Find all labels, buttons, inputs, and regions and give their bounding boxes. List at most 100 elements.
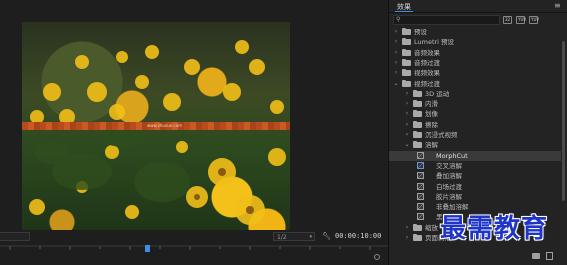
- tree-item-label: 擦除: [425, 120, 438, 129]
- folder-icon: [402, 69, 411, 77]
- trash-icon[interactable]: [546, 252, 553, 260]
- tree-item-label: 缩放: [425, 223, 438, 232]
- tree-folder[interactable]: › Lumetri 预设: [389, 37, 561, 47]
- tree-item-label: 白场过渡: [436, 182, 462, 191]
- tree-item-label: 3D 运动: [425, 89, 450, 98]
- wrench-icon[interactable]: 🔧︎: [322, 232, 331, 241]
- transition-icon: [417, 192, 424, 200]
- chevron-right-icon[interactable]: ›: [393, 37, 399, 47]
- bin-button-label: YUV: [531, 17, 540, 22]
- timecode[interactable]: 00:00:10:00: [335, 232, 381, 241]
- tree-folder[interactable]: › 内滑: [389, 99, 561, 109]
- hamburger-menu-icon[interactable]: ≡: [554, 1, 561, 10]
- search-icon: ⚲: [396, 16, 401, 23]
- chevron-right-icon[interactable]: ›: [393, 48, 399, 58]
- tree-effect-item[interactable]: MorphCut: [389, 150, 561, 161]
- tree-folder[interactable]: › 视频效果: [389, 68, 561, 78]
- chevron-right-icon[interactable]: ›: [393, 27, 399, 37]
- watermark-logo: 最需教育: [440, 214, 549, 244]
- tree-item-label: 溶解: [425, 141, 438, 150]
- scrollbar-thumb[interactable]: [562, 41, 565, 201]
- folder-icon: [413, 223, 422, 231]
- folder-icon: [413, 234, 422, 241]
- folder-icon: [402, 48, 411, 56]
- tree-effect-item[interactable]: 交叉溶解: [389, 161, 561, 171]
- accelerated-effects-button[interactable]: 32: [503, 16, 512, 24]
- tree-effect-item[interactable]: 叠加溶解: [389, 171, 561, 181]
- ruler-ticks: [0, 245, 388, 250]
- tree-item-label: Lumetri 预设: [414, 38, 455, 47]
- chevron-right-icon[interactable]: ›: [404, 223, 410, 233]
- transition-icon: [417, 161, 424, 169]
- bin-button-label: 32: [505, 17, 511, 22]
- new-bin-icon[interactable]: [532, 253, 540, 259]
- bin-button-label: YUV: [518, 17, 527, 22]
- yuv-effects-button[interactable]: YUV: [529, 16, 540, 24]
- chevron-right-icon[interactable]: ›: [393, 58, 399, 68]
- resolution-dropdown[interactable]: 1/2 ▾: [273, 232, 315, 241]
- transition-icon: [417, 182, 424, 190]
- chevron-down-icon[interactable]: ⌄: [393, 79, 399, 89]
- tree-item-label: 交叉溶解: [436, 161, 462, 170]
- chevron-right-icon[interactable]: ›: [404, 89, 410, 99]
- search-input[interactable]: ⚲: [393, 15, 500, 25]
- tree-item-label: 划像: [425, 110, 438, 119]
- folder-icon: [402, 79, 411, 87]
- tree-item-label: 视频过渡: [414, 79, 440, 88]
- tree-folder[interactable]: › 3D 运动: [389, 89, 561, 99]
- chevron-down-icon[interactable]: ⌄: [404, 140, 410, 150]
- overlay-text: www.zhuxue.com: [147, 123, 183, 128]
- tree-folder[interactable]: › 音频过渡: [389, 58, 561, 68]
- tree-item-label: 预设: [414, 28, 427, 36]
- tree-folder[interactable]: ⌄ 溶解: [389, 140, 561, 150]
- tree-folder[interactable]: › 擦除: [389, 120, 561, 130]
- video-preview[interactable]: www.zhuxue.com: [22, 22, 290, 230]
- folder-icon: [413, 89, 422, 97]
- tree-folder[interactable]: › 预设: [389, 27, 561, 37]
- folder-icon: [413, 120, 422, 128]
- tree-item-label: 音频过渡: [414, 58, 440, 67]
- folder-icon: [413, 100, 422, 108]
- playhead[interactable]: [145, 245, 150, 252]
- tree-item-label: MorphCut: [436, 151, 468, 160]
- scrollbar[interactable]: [561, 27, 566, 249]
- chevron-right-icon[interactable]: ›: [404, 130, 410, 140]
- tree-item-label: 内滑: [425, 100, 438, 109]
- tree-folder[interactable]: ⌄ 视频过渡: [389, 79, 561, 89]
- tree-item-label: 音频效果: [414, 48, 440, 57]
- tree-item-label: 沉浸式视频: [425, 131, 458, 139]
- zoom-scroll-knob[interactable]: [374, 254, 380, 260]
- tree-item-label: 非叠加溶解: [436, 203, 469, 212]
- tree-folder[interactable]: › 音频效果: [389, 48, 561, 58]
- folder-icon: [402, 38, 411, 46]
- tree-folder[interactable]: › 划像: [389, 109, 561, 119]
- folder-icon: [413, 131, 422, 138]
- panel-header: 效果 ≡: [389, 0, 567, 13]
- 32bit-effects-button[interactable]: YUV: [516, 16, 527, 24]
- transition-icon: [417, 203, 424, 211]
- tree-item-label: 视频效果: [414, 69, 440, 78]
- tree-effect-item[interactable]: 胶片溶解: [389, 192, 561, 202]
- tree-effect-item[interactable]: 非叠加溶解: [389, 202, 561, 212]
- transition-icon: [417, 151, 424, 159]
- chevron-right-icon[interactable]: ›: [404, 233, 410, 243]
- transition-icon: [417, 172, 424, 180]
- transition-icon: [417, 213, 424, 221]
- zoom-dropdown[interactable]: [0, 232, 30, 241]
- chevron-down-icon: ▾: [309, 234, 312, 240]
- chevron-right-icon[interactable]: ›: [404, 120, 410, 130]
- folder-icon: [413, 110, 422, 118]
- tree-folder[interactable]: › 沉浸式视频: [389, 130, 561, 140]
- folder-icon: [413, 141, 422, 149]
- chevron-right-icon[interactable]: ›: [404, 99, 410, 109]
- tree-effect-item[interactable]: 白场过渡: [389, 182, 561, 192]
- chevron-right-icon[interactable]: ›: [404, 109, 410, 119]
- folder-icon: [402, 58, 411, 66]
- tree-item-label: 叠加溶解: [436, 172, 462, 181]
- active-tab-indicator: [395, 11, 413, 12]
- resolution-value: 1/2: [277, 234, 287, 241]
- time-ruler[interactable]: [0, 244, 388, 254]
- panel-footer: [389, 250, 567, 265]
- chevron-right-icon[interactable]: ›: [393, 68, 399, 78]
- folder-icon: [402, 28, 411, 35]
